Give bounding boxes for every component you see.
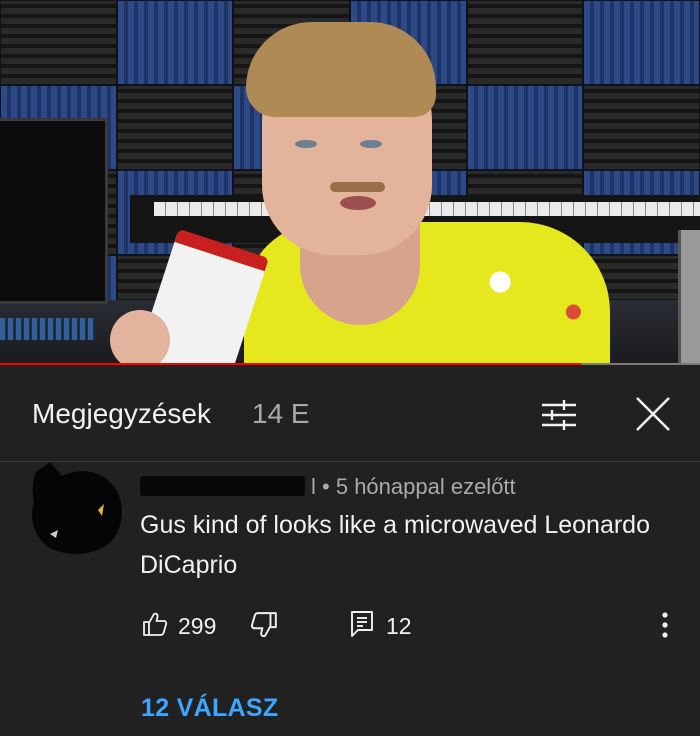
person-hair	[246, 22, 436, 117]
person-eye	[360, 140, 382, 148]
comments-header: Megjegyzések 14 E	[0, 367, 700, 462]
person-mouth	[340, 196, 376, 210]
thumbs-up-icon	[142, 611, 168, 642]
dislike-button[interactable]	[250, 611, 280, 641]
comment-author-line: l • 5 hónappal ezelőtt	[140, 474, 516, 500]
comment-text: Gus kind of looks like a microwaved Leon…	[140, 511, 650, 579]
person-eye	[295, 140, 317, 148]
reply-button[interactable]: 12	[350, 610, 412, 642]
like-button[interactable]: 299	[142, 610, 216, 642]
close-icon[interactable]	[634, 395, 672, 433]
sort-filter-icon[interactable]	[540, 397, 578, 433]
person-mustache	[330, 182, 385, 192]
view-replies-button[interactable]: 12 VÁLASZ	[141, 694, 278, 723]
more-options-icon[interactable]	[650, 608, 680, 642]
comment-actions: 299 12	[0, 600, 700, 650]
meta-separator: •	[322, 474, 330, 499]
video-progress-bar[interactable]	[0, 363, 700, 365]
comment-author-suffix: l	[311, 474, 316, 499]
like-count: 299	[178, 612, 217, 639]
reply-count: 12	[386, 612, 412, 639]
computer-keyboard	[0, 318, 95, 340]
comments-title: Megjegyzések	[32, 398, 211, 429]
person-hand	[110, 310, 170, 365]
thumbs-down-icon	[250, 612, 278, 643]
comment-timestamp: 5 hónappal ezelőtt	[335, 474, 516, 499]
stand	[678, 230, 700, 365]
monitor	[0, 118, 108, 304]
redacted-username	[140, 476, 305, 496]
comments-count: 14 E	[252, 398, 310, 429]
video-player[interactable]	[0, 0, 700, 365]
reply-comment-icon	[350, 610, 374, 643]
avatar[interactable]	[28, 458, 128, 558]
video-progress-fill	[0, 363, 581, 365]
